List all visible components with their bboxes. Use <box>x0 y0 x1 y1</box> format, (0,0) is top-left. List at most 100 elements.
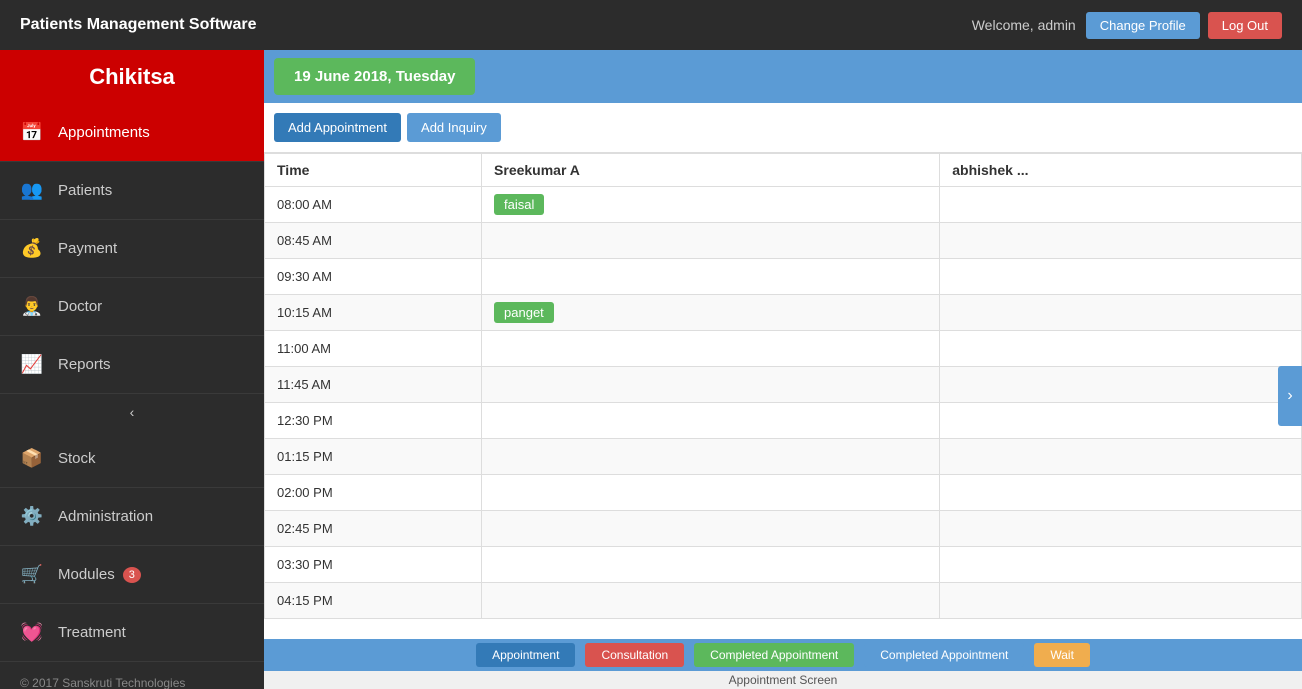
sidebar: Chikitsa 📅 Appointments 👥 Patients 💰 Pay… <box>0 50 264 689</box>
app-title: Patients Management Software <box>20 16 972 34</box>
sidebar-item-label: Patients <box>58 182 112 199</box>
modules-badge: 3 <box>123 567 141 583</box>
table-row: 11:00 AM <box>265 331 1302 367</box>
appointment-cell-abhishek[interactable] <box>940 259 1302 295</box>
appointment-cell-abhishek[interactable] <box>940 475 1302 511</box>
stock-icon: 📦 <box>20 448 44 469</box>
legend-wait: Wait <box>1034 643 1090 667</box>
appointment-badge[interactable]: panget <box>494 302 554 323</box>
sidebar-item-label: Payment <box>58 240 117 257</box>
time-cell: 12:30 PM <box>265 403 482 439</box>
appointment-cell-abhishek[interactable] <box>940 511 1302 547</box>
bottom-label: Appointment Screen <box>264 671 1302 689</box>
logout-button[interactable]: Log Out <box>1208 12 1282 39</box>
appointment-cell-sreekumar[interactable] <box>482 367 940 403</box>
sidebar-item-payment[interactable]: 💰 Payment <box>0 220 264 278</box>
table-row: 02:45 PM <box>265 511 1302 547</box>
table-row: 01:15 PM <box>265 439 1302 475</box>
chevron-left-icon: ‹ <box>130 404 135 420</box>
sidebar-logo: Chikitsa <box>0 50 264 104</box>
table-row: 11:45 AM <box>265 367 1302 403</box>
col-header-sreekumar: Sreekumar A <box>482 154 940 187</box>
appointment-cell-sreekumar[interactable]: panget <box>482 295 940 331</box>
appointment-cell-abhishek[interactable] <box>940 187 1302 223</box>
time-cell: 08:45 AM <box>265 223 482 259</box>
appointment-badge[interactable]: faisal <box>494 194 544 215</box>
appointment-cell-sreekumar[interactable] <box>482 475 940 511</box>
appointment-cell-sreekumar[interactable] <box>482 547 940 583</box>
main-content: 19 June 2018, Tuesday Add Appointment Ad… <box>264 50 1302 689</box>
legend-appointment: Appointment <box>476 643 575 667</box>
time-cell: 10:15 AM <box>265 295 482 331</box>
time-cell: 08:00 AM <box>265 187 482 223</box>
appointment-cell-sreekumar[interactable] <box>482 331 940 367</box>
doctor-icon: 👨‍⚕️ <box>20 296 44 317</box>
appointment-cell-sreekumar[interactable] <box>482 259 940 295</box>
appointment-cell-sreekumar[interactable] <box>482 403 940 439</box>
appointment-cell-sreekumar[interactable] <box>482 223 940 259</box>
time-cell: 03:30 PM <box>265 547 482 583</box>
time-cell: 01:15 PM <box>265 439 482 475</box>
table-row: 10:15 AM panget <box>265 295 1302 331</box>
change-profile-button[interactable]: Change Profile <box>1086 12 1200 39</box>
sidebar-item-label: Appointments <box>58 124 150 141</box>
sidebar-item-treatment[interactable]: 💓 Treatment <box>0 604 264 662</box>
appointment-cell-abhishek[interactable] <box>940 439 1302 475</box>
legend-bar: Appointment Consultation Completed Appoi… <box>264 639 1302 671</box>
date-badge: 19 June 2018, Tuesday <box>274 58 475 95</box>
modules-icon: 🛒 <box>20 564 44 585</box>
sidebar-item-modules[interactable]: 🛒 Modules 3 <box>0 546 264 604</box>
patients-icon: 👥 <box>20 180 44 201</box>
sidebar-item-doctor[interactable]: 👨‍⚕️ Doctor <box>0 278 264 336</box>
col-header-time: Time <box>265 154 482 187</box>
appointment-cell-abhishek[interactable] <box>940 403 1302 439</box>
time-cell: 02:00 PM <box>265 475 482 511</box>
sidebar-item-label: Doctor <box>58 298 102 315</box>
sidebar-item-label: Administration <box>58 508 153 525</box>
sidebar-item-appointments[interactable]: 📅 Appointments <box>0 104 264 162</box>
appointment-cell-abhishek[interactable] <box>940 583 1302 619</box>
add-inquiry-button[interactable]: Add Inquiry <box>407 113 501 142</box>
time-cell: 09:30 AM <box>265 259 482 295</box>
welcome-text: Welcome, admin <box>972 17 1076 33</box>
time-cell: 11:45 AM <box>265 367 482 403</box>
schedule-container: Time Sreekumar A abhishek ... 08:00 AM fa… <box>264 153 1302 639</box>
appointment-cell-abhishek[interactable] <box>940 223 1302 259</box>
sidebar-footer: © 2017 Sanskruti Technologies <box>0 662 264 689</box>
sidebar-item-label: Modules <box>58 566 115 583</box>
main-header: 19 June 2018, Tuesday <box>264 50 1302 103</box>
appointment-cell-sreekumar[interactable]: faisal <box>482 187 940 223</box>
table-row: 08:45 AM <box>265 223 1302 259</box>
toolbar: Add Appointment Add Inquiry <box>264 103 1302 153</box>
sidebar-item-stock[interactable]: 📦 Stock <box>0 430 264 488</box>
appointment-cell-abhishek[interactable] <box>940 331 1302 367</box>
time-cell: 11:00 AM <box>265 331 482 367</box>
header: Patients Management Software Welcome, ad… <box>0 0 1302 50</box>
administration-icon: ⚙️ <box>20 506 44 527</box>
col-header-abhishek: abhishek ... <box>940 154 1302 187</box>
legend-completed-appointment2: Completed Appointment <box>864 643 1024 667</box>
appointment-cell-abhishek[interactable] <box>940 547 1302 583</box>
sidebar-item-patients[interactable]: 👥 Patients <box>0 162 264 220</box>
table-row: 02:00 PM <box>265 475 1302 511</box>
sidebar-item-label: Treatment <box>58 624 126 641</box>
sidebar-item-label: Reports <box>58 356 111 373</box>
appointment-cell-abhishek[interactable] <box>940 295 1302 331</box>
sidebar-item-administration[interactable]: ⚙️ Administration <box>0 488 264 546</box>
appointment-cell-abhishek[interactable] <box>940 367 1302 403</box>
reports-icon: 📈 <box>20 354 44 375</box>
layout: Chikitsa 📅 Appointments 👥 Patients 💰 Pay… <box>0 50 1302 689</box>
add-appointment-button[interactable]: Add Appointment <box>274 113 401 142</box>
legend-completed-appointment: Completed Appointment <box>694 643 854 667</box>
sidebar-item-reports[interactable]: 📈 Reports <box>0 336 264 394</box>
legend-consultation: Consultation <box>585 643 684 667</box>
table-row: 08:00 AM faisal <box>265 187 1302 223</box>
table-row: 04:15 PM <box>265 583 1302 619</box>
appointment-cell-sreekumar[interactable] <box>482 439 940 475</box>
scroll-right-arrow[interactable]: › <box>1278 366 1302 426</box>
time-cell: 04:15 PM <box>265 583 482 619</box>
sidebar-collapse-arrow[interactable]: ‹ <box>0 394 264 430</box>
payment-icon: 💰 <box>20 238 44 259</box>
appointment-cell-sreekumar[interactable] <box>482 511 940 547</box>
appointment-cell-sreekumar[interactable] <box>482 583 940 619</box>
